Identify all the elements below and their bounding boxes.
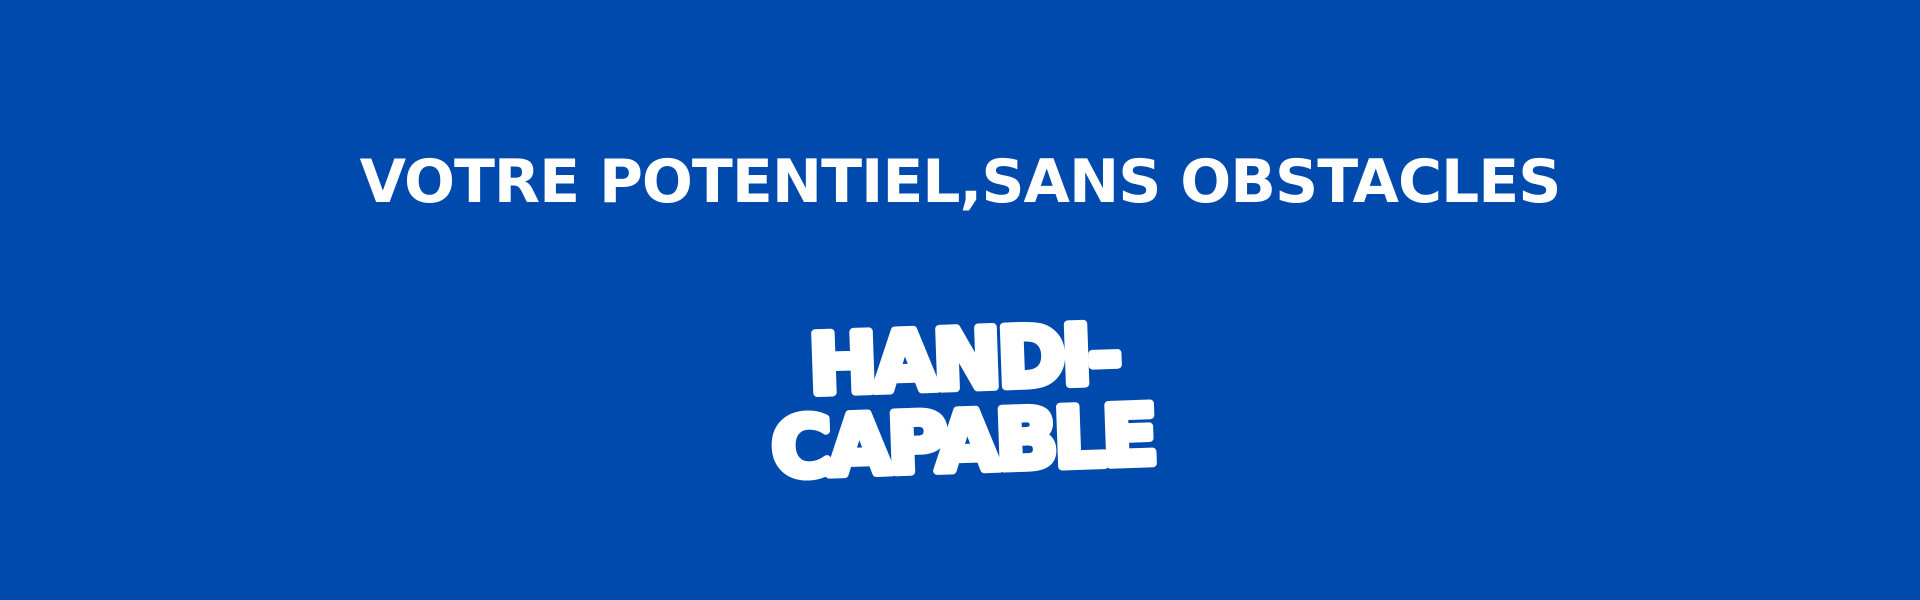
handi-capable-logo: HANDI- CAPABLE: [766, 303, 1160, 500]
tagline-heading: VOTRE POTENTIEL,SANS OBSTACLES: [359, 147, 1562, 217]
logo-line-2: CAPABLE: [770, 388, 1156, 496]
banner: VOTRE POTENTIEL,SANS OBSTACLES HANDI- CA…: [0, 0, 1920, 600]
